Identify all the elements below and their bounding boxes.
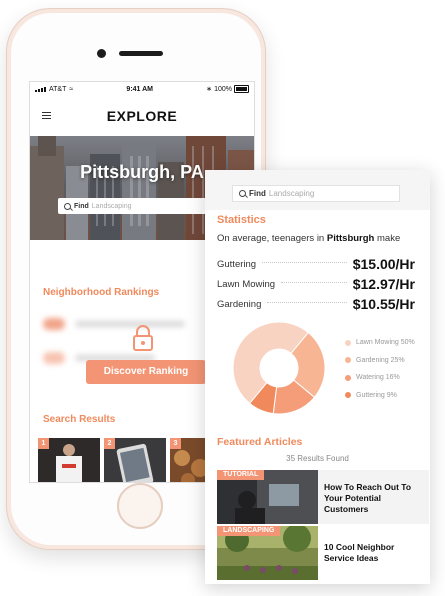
statistics-card: Find Landscaping Statistics On average, …: [205, 170, 430, 584]
legend-label: Gardening 25%: [356, 356, 405, 364]
result-thumb[interactable]: 1: [38, 438, 100, 482]
status-bar: AT&T ≈ 9:41 AM ∗ 100%: [30, 82, 254, 96]
featured-articles-title: Featured Articles: [217, 436, 303, 448]
search-find-label: Find: [74, 202, 89, 210]
battery-icon: [234, 85, 249, 93]
search-input[interactable]: Find Landscaping: [232, 185, 400, 202]
statistics-title: Statistics: [217, 214, 266, 226]
bluetooth-icon: ∗: [206, 86, 213, 93]
legend-swatch: [345, 392, 351, 399]
result-thumb[interactable]: 2: [104, 438, 166, 482]
rate-label: Lawn Mowing: [217, 278, 276, 290]
legend-item: Lawn Mowing 50%: [345, 334, 415, 352]
carrier-label: AT&T: [49, 85, 67, 93]
donut-chart: [232, 321, 326, 415]
card-search-bar: Find Landscaping: [205, 170, 430, 210]
statistics-subtitle: On average, teenagers in Pittsburgh make: [217, 233, 401, 244]
speaker-grille: [119, 51, 163, 56]
search-icon: [64, 202, 71, 210]
legend-item: Watering 16%: [345, 369, 415, 387]
result-number: 3: [170, 438, 181, 449]
rate-row-guttering: Guttering $15.00/Hr: [217, 256, 415, 272]
search-results-title: Search Results: [43, 414, 116, 425]
rate-value: $10.55/Hr: [352, 296, 415, 312]
search-placeholder: Landscaping: [268, 189, 315, 198]
results-count: 35 Results Found: [286, 454, 349, 463]
result-number: 1: [38, 438, 49, 449]
search-placeholder: Landscaping: [91, 202, 132, 210]
rate-row-lawn-mowing: Lawn Mowing $12.97/Hr: [217, 276, 415, 292]
legend-swatch: [345, 357, 351, 364]
search-results-list: 1 2 3: [38, 438, 222, 482]
article-image: LANDSCAPING: [217, 526, 318, 580]
result-number: 2: [104, 438, 115, 449]
signal-icon: [35, 86, 46, 92]
article-title: How To Reach Out To Your Potential Custo…: [324, 482, 412, 514]
status-time: 9:41 AM: [126, 85, 154, 93]
lock-icon: [133, 325, 153, 351]
rate-value: $12.97/Hr: [352, 276, 415, 292]
rate-value: $15.00/Hr: [352, 256, 415, 272]
article-tag: LANDSCAPING: [217, 526, 281, 536]
legend-label: Watering 16%: [356, 374, 400, 382]
discover-ranking-button[interactable]: Discover Ranking: [86, 360, 206, 384]
legend-swatch: [345, 339, 351, 346]
search-find-label: Find: [249, 189, 266, 198]
chart-legend: Lawn Mowing 50% Gardening 25% Watering 16%…: [345, 334, 415, 404]
battery-label: 100%: [214, 85, 232, 93]
legend-swatch: [345, 374, 351, 381]
article-card[interactable]: LANDSCAPING 10 Cool Neighbor Service Ide…: [217, 526, 429, 580]
home-button[interactable]: [117, 483, 163, 529]
rate-label: Guttering: [217, 258, 257, 270]
legend-item: Gardening 25%: [345, 352, 415, 370]
rankings-title: Neighborhood Rankings: [43, 287, 160, 298]
article-tag: TUTORIAL: [217, 470, 265, 480]
menu-icon[interactable]: [42, 112, 51, 119]
statistics-city: Pittsburgh: [326, 233, 375, 244]
page-title: EXPLORE: [106, 108, 178, 124]
search-icon: [239, 190, 246, 197]
article-card[interactable]: TUTORIAL How To Reach Out To Your Potent…: [217, 470, 429, 524]
rate-row-gardening: Gardening $10.55/Hr: [217, 296, 415, 312]
legend-label: Guttering 9%: [356, 391, 397, 399]
legend-item: Guttering 9%: [345, 387, 415, 405]
article-title: 10 Cool Neighbor Service Ideas: [324, 542, 395, 563]
rate-label: Gardening: [217, 298, 262, 310]
article-image: TUTORIAL: [217, 470, 318, 524]
camera-icon: [97, 49, 106, 58]
app-header: EXPLORE: [30, 96, 254, 136]
legend-label: Lawn Mowing 50%: [356, 339, 415, 347]
